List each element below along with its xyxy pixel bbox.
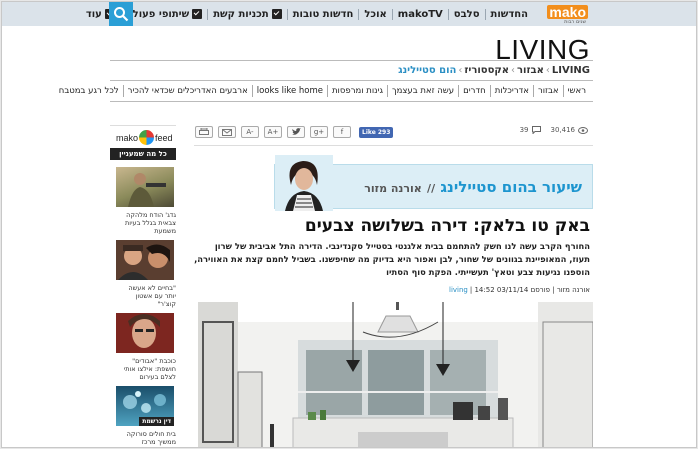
- nav-item-label: אוכל: [364, 8, 387, 20]
- breadcrumb-link[interactable]: LIVING: [552, 65, 590, 76]
- feed-item[interactable]: כוכבת "אבודים" חושפת: אילצו אותי לצלם בע…: [116, 313, 176, 381]
- feed-logo-icon: [139, 130, 154, 145]
- comments-stat[interactable]: 39: [520, 126, 541, 134]
- feed-tag: דין נרשמת: [139, 417, 174, 426]
- nav-item[interactable]: סלבס: [447, 8, 485, 20]
- email-button[interactable]: [218, 126, 236, 138]
- subnav-item[interactable]: אדריכלות: [489, 85, 533, 97]
- breadcrumb-separator: ›: [458, 65, 463, 76]
- views-stat: 30,416: [550, 126, 588, 134]
- feed-item[interactable]: גדג' הודח מלהקה צבאית בגלל בעיות משמעת: [116, 167, 176, 235]
- nav-item[interactable]: חדשות טובות: [286, 8, 359, 20]
- feed-logo-left: mako: [116, 133, 139, 143]
- subnav-item[interactable]: חדרים: [458, 85, 490, 97]
- sub-navigation: ראשי אבזור אדריכלות חדרים עשה זאת בעצמך גינות…: [55, 85, 590, 97]
- breadcrumb-current[interactable]: הום סטיילינג: [398, 65, 456, 76]
- feed-title: כל מה שמעניין: [110, 148, 176, 160]
- subnav-item[interactable]: אבזור: [532, 85, 563, 97]
- logo-subtext: שנים רבות: [564, 19, 586, 25]
- checkbox-icon: [271, 9, 282, 19]
- top-navbar: mako שנים רבות החדשות סלבס makoTV אוכל חדשות…: [2, 2, 696, 26]
- google-plus-button[interactable]: g+: [310, 126, 328, 138]
- article-meta: אורנה מזור | פורסם 03/11/14 14:52 |livin…: [449, 286, 590, 294]
- feed-caption: גדג' הודח מלהקה צבאית בגלל בעיות משמעת: [125, 211, 176, 235]
- checkbox-icon: [192, 9, 203, 19]
- author-portrait: [275, 155, 333, 211]
- font-decrease-button[interactable]: A-: [241, 126, 259, 138]
- nav-item-label: שיתופי פעולה: [125, 8, 190, 20]
- feed-thumbnail: דין נרשמת: [116, 386, 174, 426]
- search-button[interactable]: [109, 2, 133, 26]
- mail-icon: [222, 128, 232, 136]
- feed-caption: בית חולים סורוקה ממשיך מרכז אונקולוגי: [126, 430, 176, 447]
- print-button[interactable]: [195, 126, 213, 138]
- eye-icon: [578, 126, 588, 134]
- sidebar-feed: mako feed כל מה שמעניין גדג' הודח מלהקה …: [110, 125, 176, 447]
- comment-icon: [531, 126, 541, 134]
- nav-item[interactable]: תכניות קשת: [207, 8, 287, 20]
- subnav-item[interactable]: looks like home: [251, 85, 327, 97]
- print-icon: [199, 128, 209, 135]
- share-toolbar: A- A+ g+ f: [195, 126, 351, 138]
- article-lead: החורף הקרב עשה לנו חשק להתחמם בבית אלגנט…: [194, 241, 590, 277]
- divider: [194, 145, 593, 146]
- series-banner[interactable]: שיעור בהום סטיילינג // אורנה מזור: [274, 155, 593, 211]
- feed-thumbnail: [116, 313, 174, 353]
- banner-separator: //: [427, 182, 436, 195]
- facebook-like-button[interactable]: Like 293: [359, 127, 394, 138]
- banner-author: אורנה מזור: [364, 182, 422, 195]
- feed-item[interactable]: "בחיים לא אעשה יותר עם אשטון קוצ'ר": [116, 240, 176, 308]
- subnav-item[interactable]: ארבעים האדריכלים שכדאי להכיר: [122, 85, 252, 97]
- subnav-item[interactable]: ראשי: [562, 85, 590, 97]
- article-section-link[interactable]: living: [449, 286, 468, 294]
- feed-logo[interactable]: mako feed: [110, 126, 176, 148]
- divider: [110, 80, 593, 81]
- subnav-item[interactable]: גינות ומרפסות: [326, 85, 387, 97]
- feed-caption: כוכבת "אבודים" חושפת: אילצו אותי לצלם בע…: [123, 357, 176, 381]
- feed-caption: "בחיים לא אעשה יותר עם אשטון קוצ'ר": [128, 284, 176, 308]
- breadcrumb-link[interactable]: אבזור: [517, 65, 544, 76]
- banner-title: שיעור בהום סטיילינג // אורנה מזור: [364, 178, 582, 196]
- nav-item-label: חדשות טובות: [292, 8, 354, 20]
- facebook-share-button[interactable]: f: [333, 126, 351, 138]
- breadcrumb-separator: ›: [545, 65, 550, 76]
- nav-item[interactable]: makoTV: [391, 8, 448, 20]
- nav-item-label: סלבס: [453, 8, 480, 20]
- banner-title-text: שיעור בהום סטיילינג: [440, 178, 582, 196]
- article-date: פורסם 03/11/14 14:52: [474, 286, 550, 294]
- subnav-item[interactable]: עשה זאת בעצמך: [387, 85, 458, 97]
- article-author[interactable]: אורנה מזור: [557, 286, 590, 294]
- nav-item-label: עוד: [85, 8, 102, 20]
- article-stats: 30,416 39: [520, 126, 588, 134]
- nav-item[interactable]: החדשות: [484, 8, 533, 20]
- article-main-photo[interactable]: [198, 302, 593, 447]
- divider: [110, 60, 593, 61]
- breadcrumb-link[interactable]: אקססוריז: [464, 65, 509, 76]
- views-count: 30,416: [550, 126, 576, 134]
- breadcrumb-separator: ›: [511, 65, 516, 76]
- article-headline: באק טו בלאק: דירה בשלושה צבעים: [304, 216, 590, 236]
- main-nav-list: החדשות סלבס makoTV אוכל חדשות טובות תכניות קש…: [81, 2, 533, 26]
- comments-count: 39: [519, 126, 529, 134]
- page: mako שנים רבות החדשות סלבס makoTV אוכל חדשות…: [1, 1, 697, 448]
- twitter-icon: [291, 128, 301, 135]
- breadcrumb: LIVING›אבזור›אקססוריז›הום סטיילינג: [398, 65, 590, 76]
- feed-item[interactable]: דין נרשמת בית חולים סורוקה ממשיך מרכז או…: [116, 386, 176, 447]
- search-icon: [114, 7, 129, 22]
- nav-item-label: תכניות קשת: [213, 8, 269, 20]
- subnav-item[interactable]: לכל רגע במטבח: [55, 85, 123, 97]
- twitter-button[interactable]: [287, 126, 305, 138]
- feed-thumbnail: [116, 240, 174, 280]
- mako-logo[interactable]: mako שנים רבות: [536, 4, 594, 25]
- logo-text: mako: [547, 4, 588, 20]
- nav-item-label: החדשות: [490, 8, 528, 20]
- section-title: LIVING: [495, 34, 590, 65]
- divider: [110, 101, 593, 102]
- nav-item-label: makoTV: [397, 8, 443, 20]
- feed-logo-right: feed: [155, 133, 173, 143]
- feed-thumbnail: [116, 167, 174, 207]
- font-increase-button[interactable]: A+: [264, 126, 282, 138]
- nav-item[interactable]: אוכל: [358, 8, 391, 20]
